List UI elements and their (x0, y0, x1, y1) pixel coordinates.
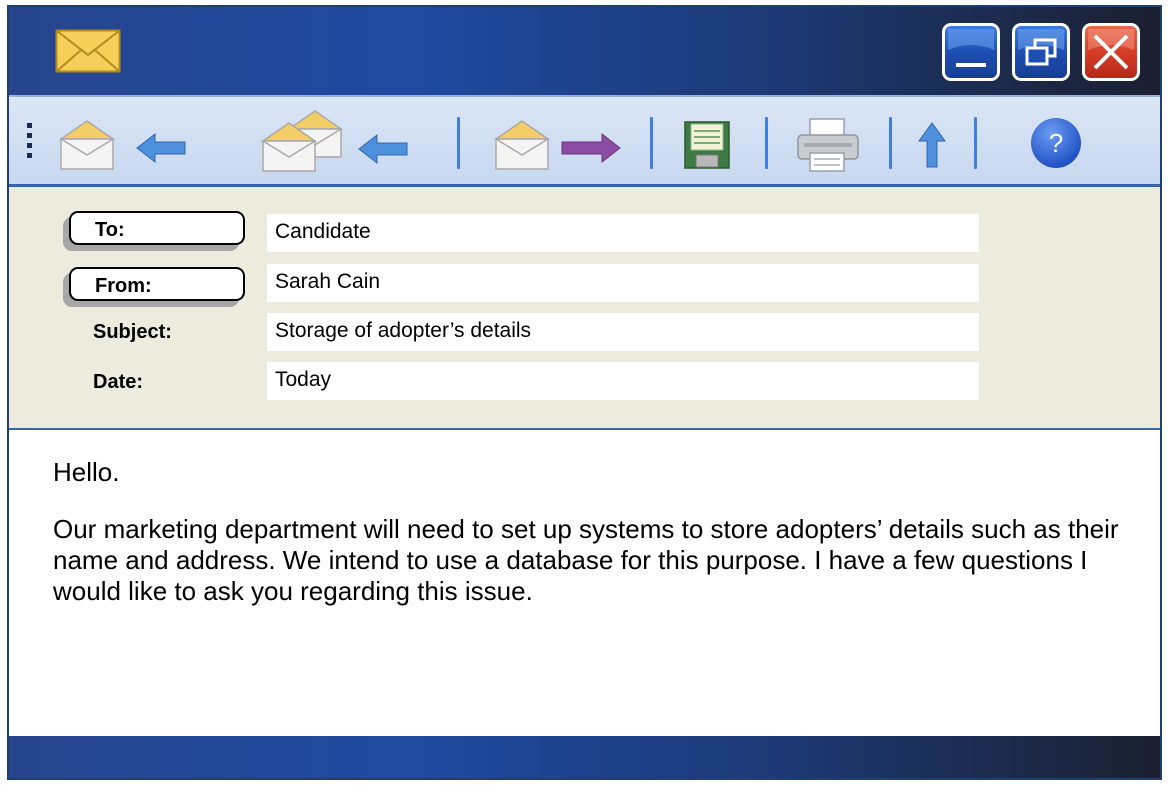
toolbar-separator (889, 117, 892, 169)
subject-label: Subject: (93, 321, 172, 343)
minimize-icon (948, 29, 994, 67)
to-field[interactable]: Candidate (267, 214, 979, 252)
message-greeting: Hello. (53, 457, 120, 487)
toolbar-separator (974, 117, 977, 169)
message-header: To: Candidate From: Sarah Cain Subject: … (9, 187, 1160, 430)
subject-field[interactable]: Storage of adopter’s details (267, 313, 979, 351)
toolbar-separator (457, 117, 460, 169)
to-button[interactable]: To: (69, 211, 245, 245)
from-field[interactable]: Sarah Cain (267, 264, 979, 302)
title-bar (9, 7, 1160, 95)
minimize-button[interactable] (942, 23, 1000, 81)
save-icon[interactable] (684, 121, 730, 169)
help-label: ? (1049, 128, 1063, 158)
reply-all-icon[interactable] (259, 109, 409, 174)
restore-icon (1018, 29, 1064, 66)
message-paragraph: Our marketing department will need to se… (53, 514, 1119, 606)
close-icon (1088, 29, 1134, 70)
help-button[interactable]: ? (1030, 117, 1082, 169)
close-button[interactable] (1082, 23, 1140, 81)
reply-icon[interactable] (59, 117, 189, 172)
forward-icon[interactable] (494, 117, 624, 172)
date-label: Date: (93, 371, 144, 393)
message-body[interactable]: Hello. Our marketing department will nee… (53, 457, 1143, 633)
priority-up-icon[interactable] (917, 121, 947, 169)
envelope-icon (55, 29, 121, 73)
toolbar: ? (9, 95, 1160, 187)
from-button[interactable]: From: (69, 267, 245, 301)
from-label: From: (95, 275, 152, 297)
status-bar (9, 736, 1160, 778)
toolbar-grip[interactable] (27, 123, 33, 163)
date-field[interactable]: Today (267, 362, 979, 400)
toolbar-separator (765, 117, 768, 169)
print-icon[interactable] (796, 117, 860, 173)
toolbar-separator (650, 117, 653, 169)
to-label: To: (95, 219, 125, 241)
email-window: ? To: Candidate From: Sarah Cain Subject… (7, 5, 1162, 780)
help-icon: ? (1031, 118, 1081, 168)
restore-button[interactable] (1012, 23, 1070, 81)
